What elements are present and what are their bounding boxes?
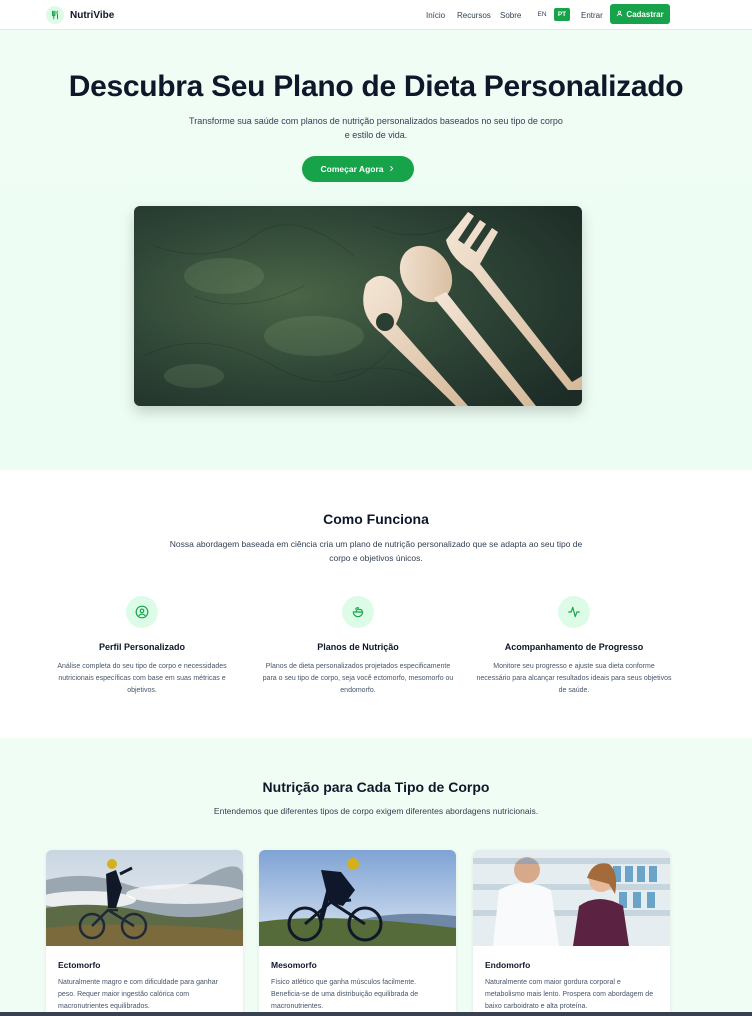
utensils-icon — [46, 6, 64, 24]
signup-button[interactable]: Cadastrar — [610, 4, 670, 24]
how-it-works-subtitle: Nossa abordagem baseada em ciência cria … — [169, 539, 583, 563]
body-type-card-ectomorph[interactable]: Ectomorfo Naturalmente magro e com dific… — [46, 850, 243, 1016]
feature-card-profile: Perfil Personalizado Análise completa do… — [42, 596, 242, 697]
top-navigation-bar: NutriVibe Início Recursos Sobre EN PT En… — [0, 0, 752, 30]
body-type-card-endomorph[interactable]: Endomorfo Naturalmente com maior gordura… — [473, 850, 670, 1016]
login-link[interactable]: Entrar — [581, 0, 603, 30]
user-circle-icon — [126, 596, 158, 628]
signup-label: Cadastrar — [626, 9, 664, 19]
bottom-edge — [0, 1012, 752, 1016]
card-description: Naturalmente com maior gordura corporal … — [485, 979, 654, 1010]
feature-card-nutrition: Planos de Nutrição Planos de dieta perso… — [258, 596, 458, 697]
brand-logo-link[interactable]: NutriVibe — [46, 4, 114, 26]
card-title: Ectomorfo — [58, 960, 101, 970]
brand-name: NutriVibe — [70, 9, 115, 21]
feature-description: Planos de dieta personalizados projetado… — [262, 663, 454, 694]
feature-title: Planos de Nutrição — [317, 642, 399, 652]
cta-label: Começar Agora — [320, 164, 384, 174]
card-title: Mesomorfo — [271, 960, 317, 970]
salad-icon — [342, 596, 374, 628]
nav-link-inicio[interactable]: Início — [426, 0, 445, 30]
body-types-title: Nutrição para Cada Tipo de Corpo — [262, 779, 490, 795]
hero-title: Descubra Seu Plano de Dieta Personalizad… — [68, 70, 684, 103]
hero-subtitle: Transforme sua saúde com planos de nutri… — [189, 116, 563, 140]
feature-description: Monitore seu progresso e ajuste sua diet… — [476, 663, 672, 694]
feature-title: Perfil Personalizado — [98, 642, 186, 652]
user-icon — [616, 10, 623, 19]
card-description: Naturalmente magro e com dificuldade par… — [58, 979, 218, 1010]
nav-link-sobre[interactable]: Sobre — [500, 0, 521, 30]
language-pt-button[interactable]: PT — [554, 8, 570, 21]
activity-icon — [558, 596, 590, 628]
body-types-section: Nutrição para Cada Tipo de Corpo Entende… — [0, 738, 752, 1016]
language-en-button[interactable]: EN — [535, 8, 549, 21]
body-type-card-mesomorph[interactable]: Mesomorfo Físico atlético que ganha músc… — [259, 850, 456, 1016]
feature-title: Acompanhamento de Progresso — [504, 642, 644, 652]
card-title: Endomorfo — [485, 960, 531, 970]
card-image-mountain-biker — [259, 850, 456, 946]
get-started-button[interactable]: Começar Agora — [302, 156, 414, 182]
how-it-works-title: Como Funciona — [323, 511, 429, 527]
chevron-right-icon — [388, 164, 395, 174]
feature-description: Análise completa do seu tipo de corpo e … — [57, 663, 227, 694]
body-types-subtitle: Entendemos que diferentes tipos de corpo… — [213, 806, 539, 816]
nav-link-recursos[interactable]: Recursos — [457, 0, 491, 30]
card-description: Físico atlético que ganha músculos facil… — [271, 979, 419, 1010]
card-image-cyclist — [46, 850, 243, 946]
card-image-pharmacist-consultation — [473, 850, 670, 946]
hero-section: Descubra Seu Plano de Dieta Personalizad… — [0, 30, 752, 470]
hero-image-wooden-utensils — [134, 206, 582, 406]
feature-card-progress: Acompanhamento de Progresso Monitore seu… — [474, 596, 674, 697]
